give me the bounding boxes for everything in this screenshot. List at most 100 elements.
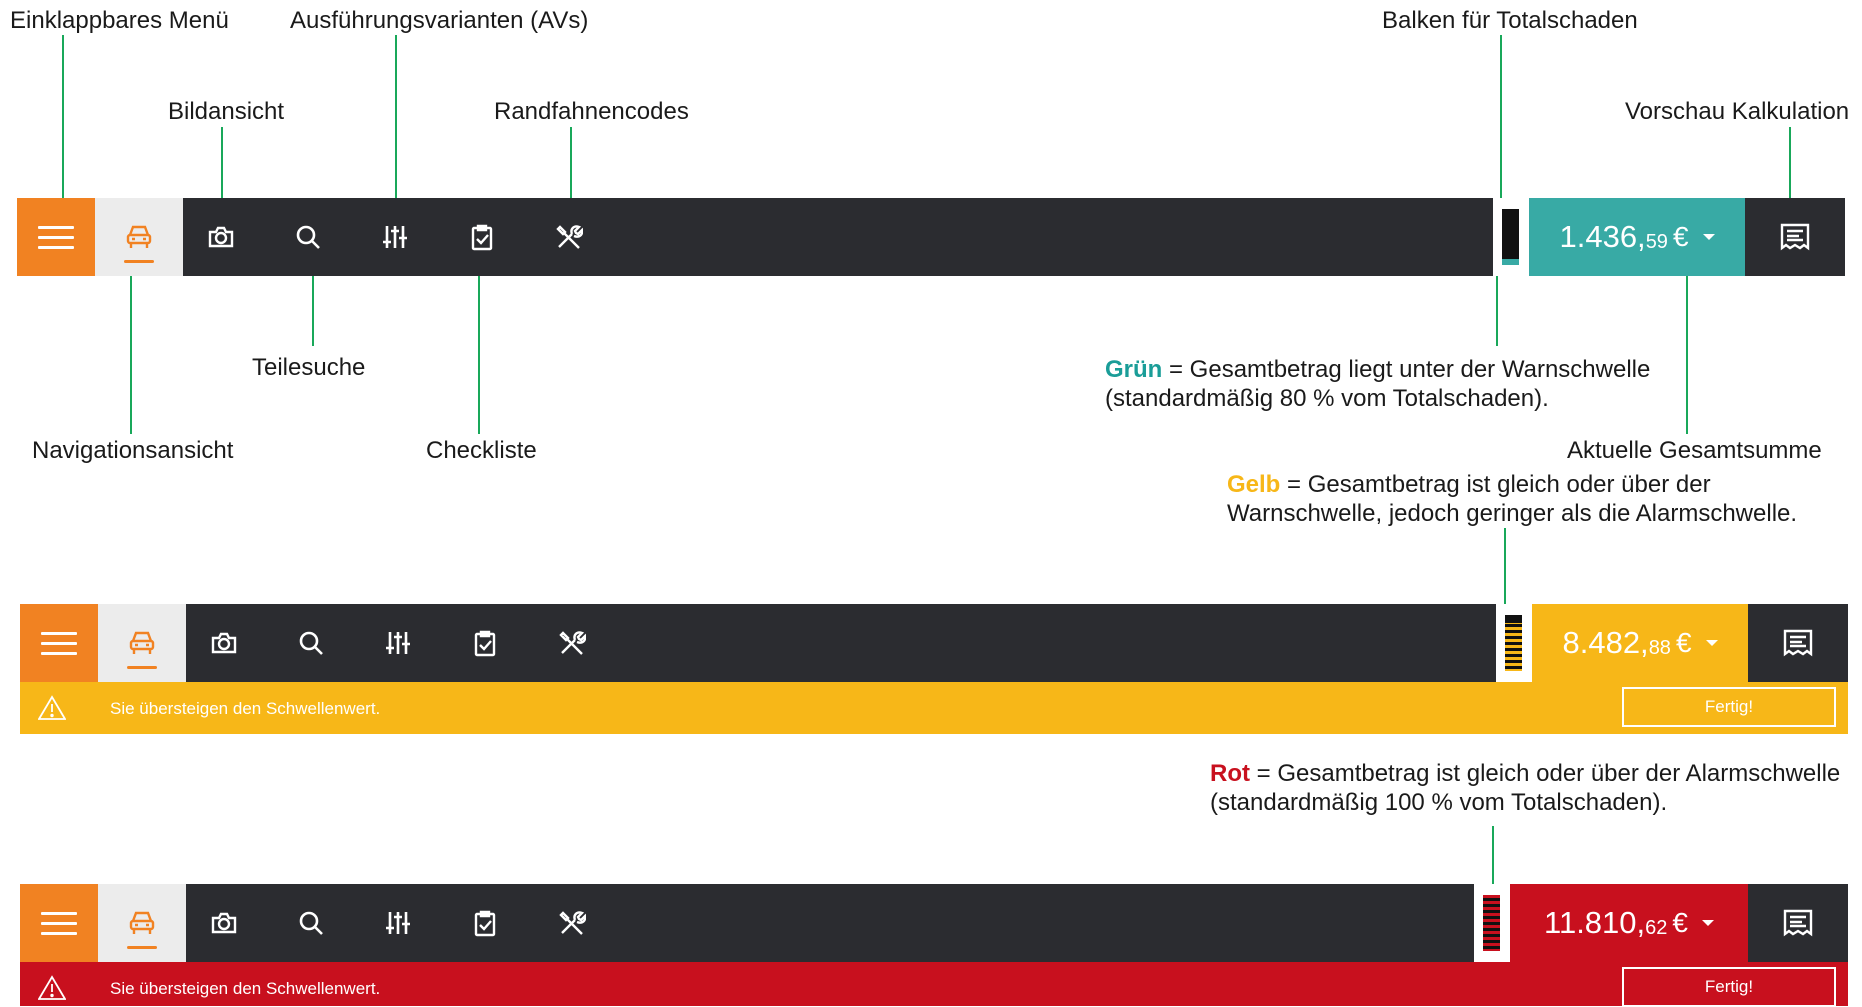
done-button[interactable]: Fertig! bbox=[1622, 967, 1836, 1007]
connector-menu bbox=[62, 35, 64, 198]
navigation-view-button[interactable] bbox=[98, 604, 186, 682]
caret-down-icon bbox=[1702, 234, 1715, 240]
connector-preview bbox=[1789, 127, 1791, 198]
edge-codes-button[interactable] bbox=[554, 905, 590, 941]
legend-yellow-word: Gelb bbox=[1227, 471, 1281, 498]
car-icon bbox=[129, 911, 155, 934]
checklist-button[interactable] bbox=[467, 625, 503, 661]
active-tab-underline bbox=[124, 260, 154, 263]
receipt-icon bbox=[1780, 223, 1810, 251]
label-variants: Ausführungsvarianten (AVs) bbox=[290, 7, 589, 34]
edge-codes-button[interactable] bbox=[551, 219, 587, 255]
total-loss-gauge bbox=[1474, 884, 1510, 962]
tools-icon bbox=[559, 631, 586, 655]
warning-banner-yellow: Sie übersteigen den Schwellenwert. Ferti… bbox=[20, 682, 1848, 734]
warning-text: Sie übersteigen den Schwellenwert. bbox=[110, 699, 381, 718]
toolbar-green: 1.436, 59 € bbox=[17, 198, 1845, 276]
clipboard-check-icon bbox=[471, 224, 493, 251]
gauge-track bbox=[1483, 895, 1500, 951]
search-icon bbox=[299, 911, 323, 935]
receipt-icon bbox=[1783, 629, 1813, 657]
legend-red-text: = Gesamtbetrag ist gleich oder über der … bbox=[1249, 760, 1841, 787]
calculation-preview-button[interactable] bbox=[1748, 604, 1848, 682]
camera-button[interactable] bbox=[206, 905, 242, 941]
warning-text: Sie übersteigen den Schwellenwert. bbox=[110, 979, 381, 998]
legend-green-text: = Gesamtbetrag liegt unter der Warnschwe… bbox=[1162, 356, 1651, 383]
parts-search-button[interactable] bbox=[293, 625, 329, 661]
amount-cents: 88 bbox=[1648, 636, 1671, 659]
toolbar-red: 11.810, 62 € bbox=[20, 884, 1848, 962]
connector-green bbox=[1496, 276, 1498, 346]
currency: € bbox=[1672, 221, 1689, 252]
current-total-button[interactable]: 8.482, 88 € bbox=[1532, 604, 1748, 682]
amount-main: 11.810, bbox=[1544, 905, 1646, 940]
variants-button[interactable] bbox=[377, 219, 413, 255]
variants-button[interactable] bbox=[380, 905, 416, 941]
legend-red-text2: (standardmäßig 100 % vom Totalschaden). bbox=[1210, 789, 1668, 816]
label-preview: Vorschau Kalkulation bbox=[1625, 98, 1850, 125]
camera-button[interactable] bbox=[203, 219, 239, 255]
connector-checklist bbox=[478, 276, 480, 434]
connector-edge-codes bbox=[570, 127, 572, 198]
caret-down-icon bbox=[1701, 920, 1714, 926]
label-parts-search: Teilesuche bbox=[252, 354, 366, 381]
car-icon bbox=[126, 225, 152, 248]
currency: € bbox=[1675, 627, 1692, 658]
active-tab-underline bbox=[127, 666, 157, 669]
hamburger-menu-button[interactable] bbox=[20, 884, 98, 962]
current-total-button[interactable]: 1.436, 59 € bbox=[1529, 198, 1745, 276]
label-navigation: Navigationsansicht bbox=[32, 437, 234, 464]
label-total-loss-bar: Balken für Totalschaden bbox=[1382, 7, 1638, 34]
search-icon bbox=[296, 225, 320, 249]
currency: € bbox=[1672, 907, 1688, 938]
search-icon bbox=[299, 631, 323, 655]
connector-image-view bbox=[221, 127, 223, 198]
receipt-icon bbox=[1783, 909, 1813, 937]
done-button[interactable]: Fertig! bbox=[1622, 687, 1836, 727]
legend-yellow-text2: Warnschwelle, jedoch geringer als die Al… bbox=[1227, 500, 1798, 527]
amount-main: 1.436, bbox=[1559, 219, 1646, 254]
tools-icon bbox=[556, 225, 583, 249]
variants-button[interactable] bbox=[380, 625, 416, 661]
navigation-view-button[interactable] bbox=[95, 198, 183, 276]
parts-search-button[interactable] bbox=[293, 905, 329, 941]
legend-green-text2: (standardmäßig 80 % vom Totalschaden). bbox=[1105, 385, 1549, 412]
parts-search-button[interactable] bbox=[290, 219, 326, 255]
active-tab-underline bbox=[127, 946, 157, 949]
legend-red: Rot = Gesamtbetrag ist gleich oder über … bbox=[1210, 759, 1840, 817]
clipboard-check-icon bbox=[474, 630, 496, 657]
hamburger-menu-button[interactable] bbox=[20, 604, 98, 682]
label-image-view: Bildansicht bbox=[168, 98, 285, 125]
camera-icon bbox=[211, 632, 237, 654]
toolbar-yellow: 8.482, 88 € bbox=[20, 604, 1848, 682]
label-edge-codes: Randfahnencodes bbox=[494, 98, 689, 125]
connector-yellow bbox=[1504, 528, 1506, 604]
total-loss-gauge bbox=[1496, 604, 1532, 682]
checklist-button[interactable] bbox=[467, 905, 503, 941]
tools-icon bbox=[559, 911, 586, 935]
current-total-button[interactable]: 11.810, 62 € bbox=[1510, 884, 1748, 962]
connector-parts-search bbox=[312, 276, 314, 346]
amount-main: 8.482, bbox=[1562, 625, 1649, 660]
checklist-button[interactable] bbox=[464, 219, 500, 255]
caret-down-icon bbox=[1705, 640, 1718, 646]
camera-button[interactable] bbox=[206, 625, 242, 661]
legend-red-word: Rot bbox=[1210, 760, 1250, 787]
amount-cents: 62 bbox=[1645, 916, 1668, 939]
connector-total-loss bbox=[1500, 35, 1502, 198]
navigation-view-button[interactable] bbox=[98, 884, 186, 962]
connector-red bbox=[1492, 826, 1494, 884]
warning-triangle-icon bbox=[38, 695, 66, 720]
calculation-preview-button[interactable] bbox=[1748, 884, 1848, 962]
camera-icon bbox=[208, 226, 234, 248]
legend-yellow: Gelb = Gesamtbetrag ist gleich oder über… bbox=[1227, 470, 1797, 528]
sliders-icon bbox=[386, 912, 410, 934]
hamburger-menu-button[interactable] bbox=[17, 198, 95, 276]
edge-codes-button[interactable] bbox=[554, 625, 590, 661]
connector-current-total bbox=[1686, 276, 1688, 434]
calculation-preview-button[interactable] bbox=[1745, 198, 1845, 276]
sliders-icon bbox=[386, 632, 410, 654]
label-checklist: Checkliste bbox=[426, 437, 537, 464]
legend-yellow-text: = Gesamtbetrag ist gleich oder über der bbox=[1280, 471, 1711, 498]
clipboard-check-icon bbox=[474, 910, 496, 937]
